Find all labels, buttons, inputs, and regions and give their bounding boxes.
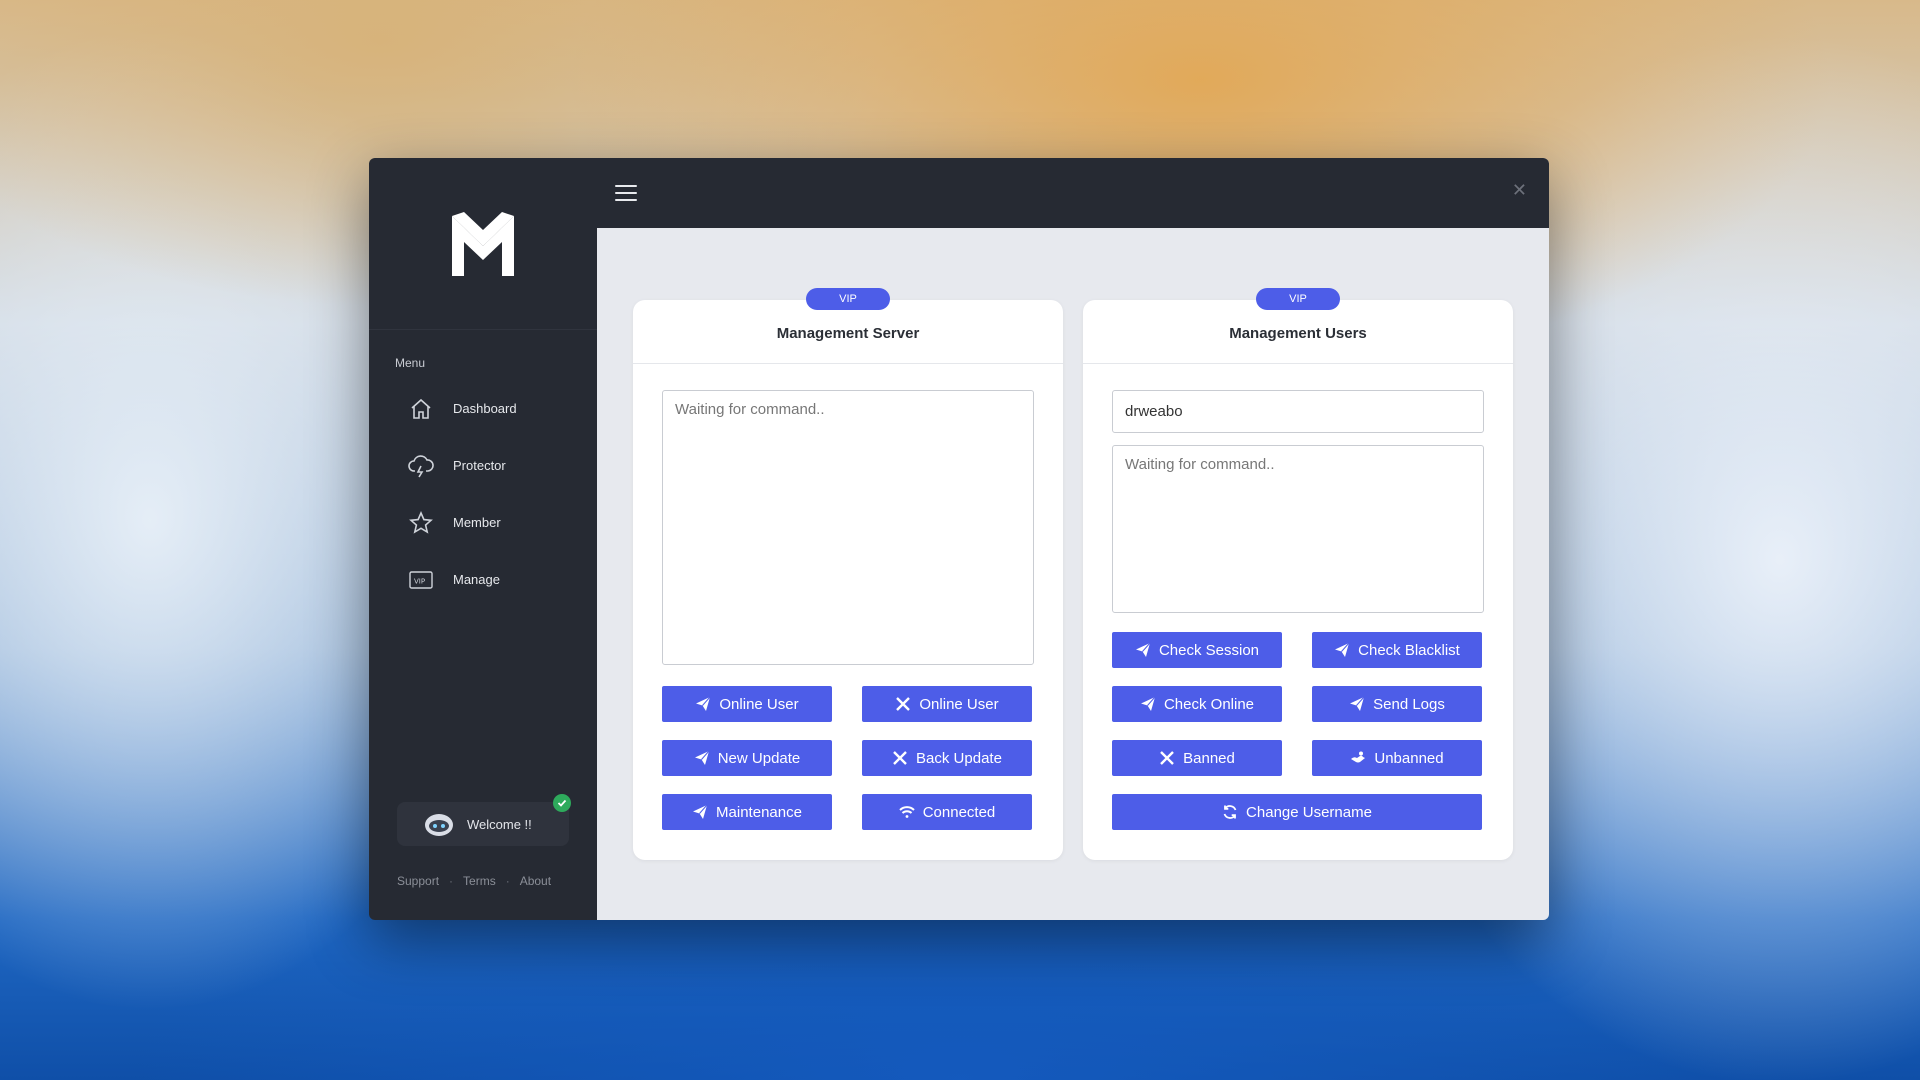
management-users-card: VIP Management Users Check Session Check…	[1083, 288, 1513, 860]
button-label: Banned	[1183, 749, 1235, 767]
sidebar-nav: Dashboard Protector Member VIP Manage	[407, 380, 587, 608]
menu-title: Menu	[395, 356, 426, 370]
sidebar-item-dashboard[interactable]: Dashboard	[407, 380, 587, 437]
button-label: Online User	[719, 695, 799, 713]
sidebar: Menu Dashboard Protector Member VIP Mana…	[369, 158, 597, 920]
button-label: Change Username	[1246, 803, 1372, 821]
sidebar-item-label: Dashboard	[453, 401, 517, 416]
separator-dot: ·	[449, 874, 454, 888]
send-logs-button[interactable]: Send Logs	[1312, 686, 1482, 722]
top-bar: ✕	[597, 158, 1549, 228]
connected-button[interactable]: Connected	[862, 794, 1032, 830]
verified-check-icon	[553, 794, 571, 812]
card-header: VIP Management Users	[1083, 288, 1513, 364]
banned-button[interactable]: Banned	[1112, 740, 1282, 776]
check-online-button[interactable]: Check Online	[1112, 686, 1282, 722]
about-link[interactable]: About	[520, 874, 551, 888]
star-icon	[407, 509, 435, 537]
welcome-profile[interactable]: Welcome !!	[397, 794, 571, 846]
button-label: Check Online	[1163, 695, 1255, 713]
send-icon	[1335, 642, 1350, 657]
button-label: Check Session	[1158, 641, 1260, 659]
sidebar-item-label: Manage	[453, 572, 500, 587]
online-user-send-button[interactable]: Online User	[662, 686, 832, 722]
card-header: VIP Management Server	[633, 288, 1063, 364]
handshake-icon	[1351, 751, 1366, 763]
button-label: Check Blacklist	[1358, 641, 1460, 659]
back-update-button[interactable]: Back Update	[862, 740, 1032, 776]
footer-links: Support · Terms · About	[397, 874, 551, 888]
button-label: Unbanned	[1374, 749, 1444, 767]
vip-badge: VIP	[806, 288, 890, 310]
button-label: Connected	[922, 803, 996, 821]
send-icon	[1135, 642, 1151, 657]
terms-link[interactable]: Terms	[463, 874, 496, 888]
card-title: Management Users	[1229, 325, 1367, 342]
sidebar-item-manage[interactable]: VIP Manage	[407, 551, 587, 608]
button-label: Back Update	[916, 749, 1002, 767]
card-title: Management Server	[776, 325, 920, 342]
users-command-output[interactable]	[1112, 445, 1484, 613]
logo-icon	[452, 211, 514, 276]
support-link[interactable]: Support	[397, 874, 439, 888]
x-icon	[893, 751, 907, 765]
svg-text:VIP: VIP	[414, 577, 425, 585]
send-icon	[694, 750, 710, 765]
avatar	[425, 814, 453, 836]
wifi-icon	[899, 806, 915, 818]
maintenance-button[interactable]: Maintenance	[662, 794, 832, 830]
separator-dot: ·	[505, 874, 510, 888]
management-server-card: VIP Management Server Online User Online…	[633, 288, 1063, 860]
unbanned-button[interactable]: Unbanned	[1312, 740, 1482, 776]
check-blacklist-button[interactable]: Check Blacklist	[1312, 632, 1482, 668]
welcome-label: Welcome !!	[467, 816, 532, 832]
cloud-lightning-icon	[407, 452, 435, 480]
change-username-button[interactable]: Change Username	[1112, 794, 1482, 830]
home-icon	[407, 395, 435, 423]
send-icon	[1350, 696, 1365, 711]
new-update-button[interactable]: New Update	[662, 740, 832, 776]
sidebar-item-member[interactable]: Member	[407, 494, 587, 551]
online-user-close-button[interactable]: Online User	[862, 686, 1032, 722]
vip-card-icon: VIP	[407, 566, 435, 594]
send-icon	[1140, 696, 1156, 711]
main-area: ✕ VIP Management Server Online User Onli…	[597, 158, 1549, 920]
send-icon	[693, 804, 708, 819]
app-window: Menu Dashboard Protector Member VIP Mana…	[369, 158, 1549, 920]
button-label: Maintenance	[716, 803, 802, 821]
check-session-button[interactable]: Check Session	[1112, 632, 1282, 668]
sidebar-item-label: Protector	[453, 458, 506, 473]
button-label: Send Logs	[1373, 695, 1445, 713]
refresh-icon	[1223, 805, 1237, 819]
button-label: New Update	[717, 749, 801, 767]
x-icon	[1160, 751, 1174, 765]
send-icon	[696, 696, 711, 711]
content-area: VIP Management Server Online User Online…	[597, 228, 1549, 920]
username-input[interactable]	[1112, 390, 1484, 433]
logo-area	[369, 158, 597, 330]
vip-badge: VIP	[1256, 288, 1340, 310]
server-command-output[interactable]	[662, 390, 1034, 665]
button-label: Online User	[919, 695, 999, 713]
hamburger-menu-icon[interactable]	[615, 185, 637, 201]
close-icon[interactable]: ✕	[1512, 180, 1527, 201]
sidebar-item-protector[interactable]: Protector	[407, 437, 587, 494]
x-icon	[896, 697, 911, 711]
sidebar-item-label: Member	[453, 515, 501, 530]
